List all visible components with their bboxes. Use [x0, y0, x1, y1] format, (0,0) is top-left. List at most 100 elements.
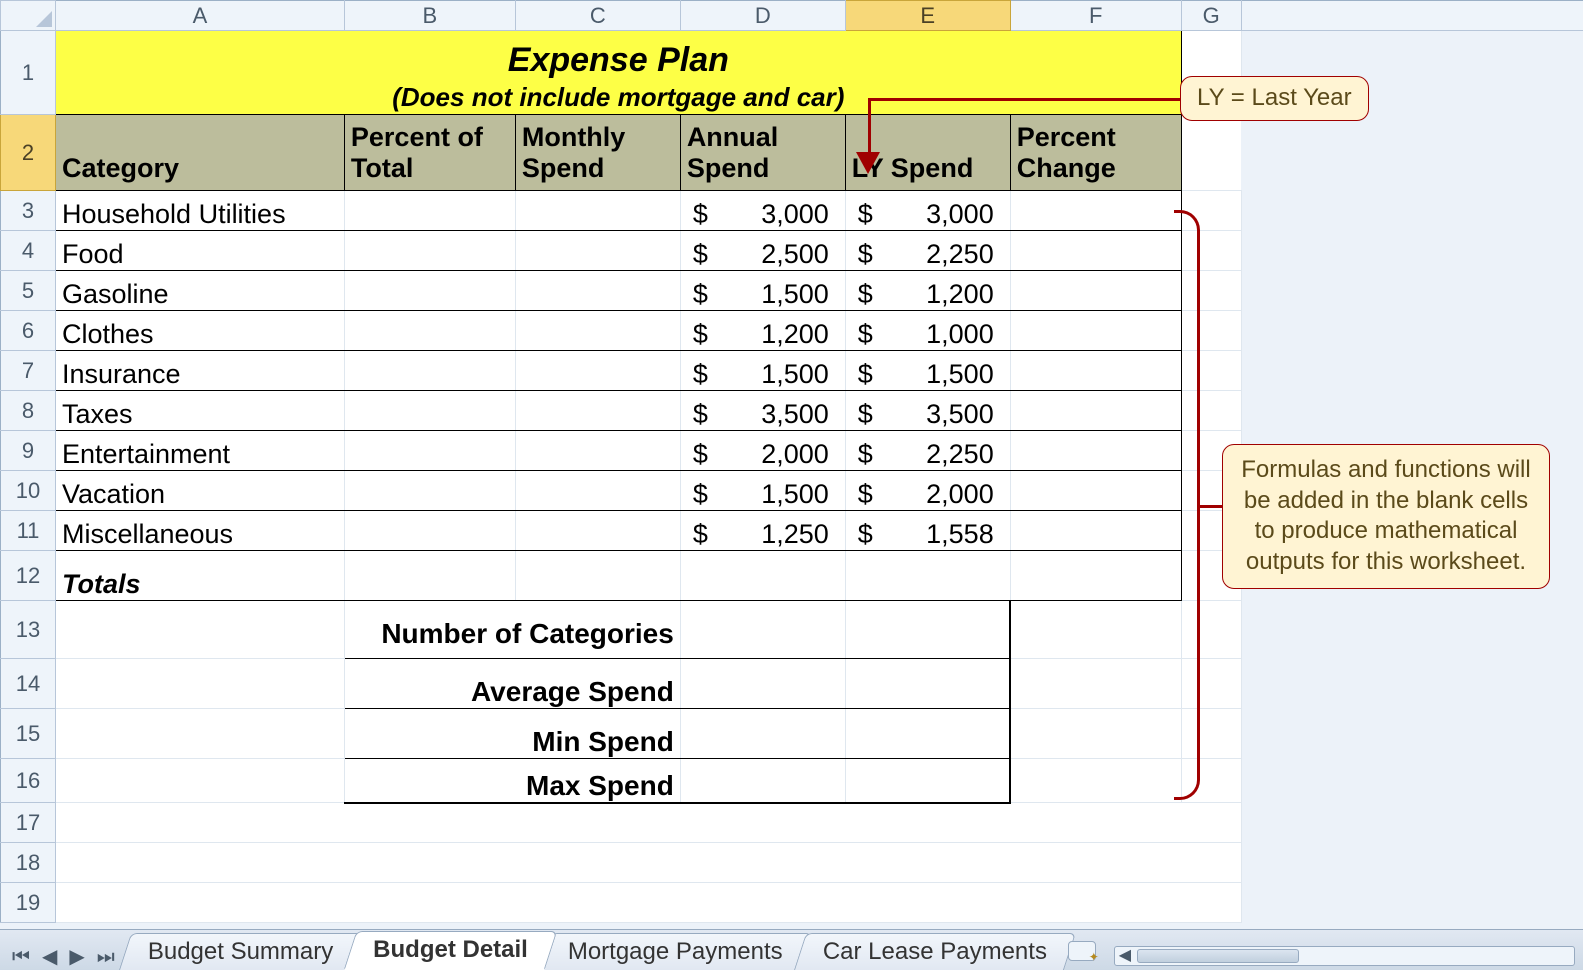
tab-budget-detail[interactable]: Budget Detail: [344, 931, 557, 970]
row-header-6[interactable]: 6: [1, 311, 56, 351]
cell-B8[interactable]: [344, 391, 515, 431]
cell-BC13[interactable]: Number of Categories: [344, 601, 680, 659]
cell-F15[interactable]: [1010, 709, 1181, 759]
cell-E9[interactable]: $2,250: [845, 431, 1010, 471]
col-header-F[interactable]: F: [1010, 1, 1181, 31]
col-header-A[interactable]: A: [55, 1, 344, 31]
row-header-7[interactable]: 7: [1, 351, 56, 391]
cell-B6[interactable]: [344, 311, 515, 351]
cell-F8[interactable]: [1010, 391, 1181, 431]
cell-C8[interactable]: [515, 391, 680, 431]
cell-B3[interactable]: [344, 191, 515, 231]
cell-F10[interactable]: [1010, 471, 1181, 511]
row-header-13[interactable]: 13: [1, 601, 56, 659]
cell-A5[interactable]: Gasoline: [55, 271, 344, 311]
cell-A15[interactable]: [55, 709, 344, 759]
row-header-2[interactable]: 2: [1, 115, 56, 191]
tab-nav-last-icon[interactable]: ⏭: [97, 947, 115, 967]
horizontal-scrollbar[interactable]: [1114, 946, 1575, 966]
cell-G2[interactable]: [1181, 115, 1241, 191]
cell-F7[interactable]: [1010, 351, 1181, 391]
cell-F11[interactable]: [1010, 511, 1181, 551]
cell-BC15[interactable]: Min Spend: [344, 709, 680, 759]
row-header-10[interactable]: 10: [1, 471, 56, 511]
col-header-E[interactable]: E: [845, 1, 1010, 31]
cell-A9[interactable]: Entertainment: [55, 431, 344, 471]
cell-A12[interactable]: Totals: [55, 551, 344, 601]
cell-B9[interactable]: [344, 431, 515, 471]
cell-row19[interactable]: [55, 883, 1241, 923]
row-header-4[interactable]: 4: [1, 231, 56, 271]
row-header-3[interactable]: 3: [1, 191, 56, 231]
tab-nav-first-icon[interactable]: ⏮: [12, 947, 30, 967]
tab-nav-prev-icon[interactable]: ◀: [42, 947, 57, 967]
row-header-11[interactable]: 11: [1, 511, 56, 551]
cell-A16[interactable]: [55, 759, 344, 803]
cell-F6[interactable]: [1010, 311, 1181, 351]
cell-E14[interactable]: [845, 659, 1010, 709]
row-header-8[interactable]: 8: [1, 391, 56, 431]
cell-B10[interactable]: [344, 471, 515, 511]
cell-title[interactable]: Expense Plan (Does not include mortgage …: [55, 31, 1181, 115]
cell-C2[interactable]: Monthly Spend: [515, 115, 680, 191]
cell-A6[interactable]: Clothes: [55, 311, 344, 351]
cell-C10[interactable]: [515, 471, 680, 511]
tab-car-lease-payments[interactable]: Car Lease Payments: [794, 933, 1076, 970]
cell-D16[interactable]: [680, 759, 845, 803]
row-header-14[interactable]: 14: [1, 659, 56, 709]
cell-F13[interactable]: [1010, 601, 1181, 659]
tab-nav-next-icon[interactable]: ▶: [69, 947, 84, 967]
cell-A3[interactable]: Household Utilities: [55, 191, 344, 231]
cell-F4[interactable]: [1010, 231, 1181, 271]
cell-A13[interactable]: [55, 601, 344, 659]
cell-C6[interactable]: [515, 311, 680, 351]
cell-A10[interactable]: Vacation: [55, 471, 344, 511]
cell-row17[interactable]: [55, 803, 1241, 843]
cell-C7[interactable]: [515, 351, 680, 391]
col-header-D[interactable]: D: [680, 1, 845, 31]
cell-B4[interactable]: [344, 231, 515, 271]
cell-C11[interactable]: [515, 511, 680, 551]
cell-D12[interactable]: [680, 551, 845, 601]
cell-D10[interactable]: $1,500: [680, 471, 845, 511]
row-header-12[interactable]: 12: [1, 551, 56, 601]
cell-A8[interactable]: Taxes: [55, 391, 344, 431]
cell-F16[interactable]: [1010, 759, 1181, 803]
cell-D3[interactable]: $3,000: [680, 191, 845, 231]
cell-D13[interactable]: [680, 601, 845, 659]
cell-D2[interactable]: Annual Spend: [680, 115, 845, 191]
cell-F12[interactable]: [1010, 551, 1181, 601]
row-header-5[interactable]: 5: [1, 271, 56, 311]
cell-E12[interactable]: [845, 551, 1010, 601]
cell-BC14[interactable]: Average Spend: [344, 659, 680, 709]
cell-E16[interactable]: [845, 759, 1010, 803]
cell-C9[interactable]: [515, 431, 680, 471]
cell-BC16[interactable]: Max Spend: [344, 759, 680, 803]
cell-D15[interactable]: [680, 709, 845, 759]
row-header-19[interactable]: 19: [1, 883, 56, 923]
col-header-G[interactable]: G: [1181, 1, 1241, 31]
row-header-1[interactable]: 1: [1, 31, 56, 115]
cell-A7[interactable]: Insurance: [55, 351, 344, 391]
cell-F2[interactable]: Percent Change: [1010, 115, 1181, 191]
cell-E6[interactable]: $1,000: [845, 311, 1010, 351]
row-header-15[interactable]: 15: [1, 709, 56, 759]
cell-D6[interactable]: $1,200: [680, 311, 845, 351]
cell-F5[interactable]: [1010, 271, 1181, 311]
cell-D5[interactable]: $1,500: [680, 271, 845, 311]
cell-A11[interactable]: Miscellaneous: [55, 511, 344, 551]
cell-B2[interactable]: Percent of Total: [344, 115, 515, 191]
cell-F9[interactable]: [1010, 431, 1181, 471]
tab-mortgage-payments[interactable]: Mortgage Payments: [539, 933, 812, 970]
cell-D14[interactable]: [680, 659, 845, 709]
cell-E7[interactable]: $1,500: [845, 351, 1010, 391]
cell-E15[interactable]: [845, 709, 1010, 759]
cell-E3[interactable]: $3,000: [845, 191, 1010, 231]
cell-A14[interactable]: [55, 659, 344, 709]
cell-D9[interactable]: $2,000: [680, 431, 845, 471]
cell-F3[interactable]: [1010, 191, 1181, 231]
cell-A4[interactable]: Food: [55, 231, 344, 271]
tab-budget-summary[interactable]: Budget Summary: [119, 933, 362, 970]
cell-E8[interactable]: $3,500: [845, 391, 1010, 431]
worksheet-area[interactable]: { "columns": ["A","B","C","D","E","F","G…: [0, 0, 1583, 929]
